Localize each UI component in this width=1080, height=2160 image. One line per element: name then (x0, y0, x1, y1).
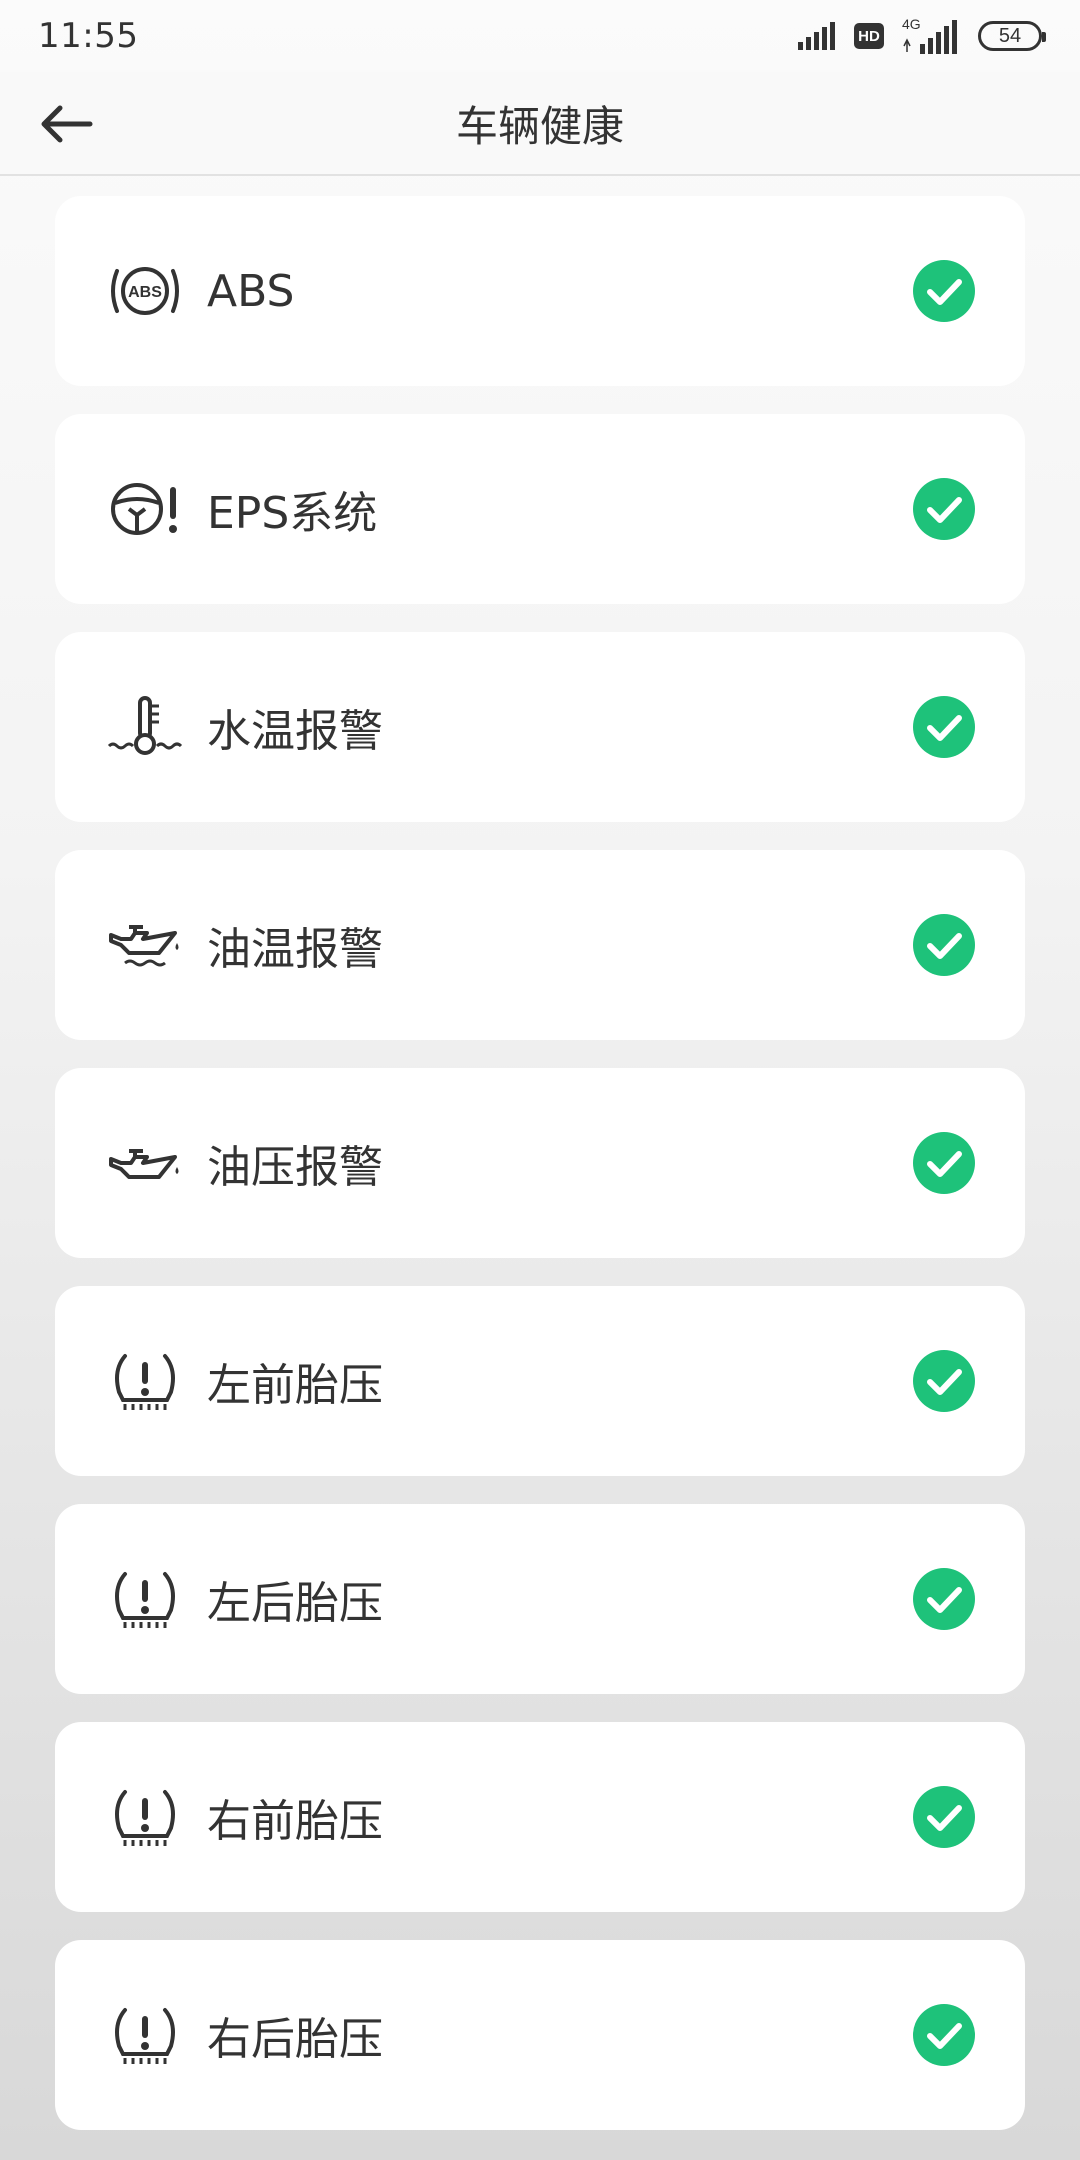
oil-temperature-icon (107, 907, 183, 983)
oil-pressure-icon (107, 1125, 183, 1201)
list-item-left-front-tire[interactable]: 左前胎压 (55, 1286, 1025, 1476)
arrow-left-icon (41, 105, 93, 143)
item-label: 水温报警 (207, 706, 383, 757)
status-bar: 11:55 HD 4G 54 (0, 0, 1080, 72)
check-circle-icon (913, 1568, 975, 1630)
steering-warning-icon (107, 471, 183, 547)
item-label: 右后胎压 (207, 2014, 383, 2065)
item-label: 右前胎压 (207, 1796, 383, 1847)
item-label: 油压报警 (207, 1142, 383, 1193)
check-circle-icon (913, 260, 975, 322)
cell-signal-icon (798, 22, 835, 50)
check-circle-icon (913, 478, 975, 540)
app-header: 车辆健康 (0, 72, 1080, 176)
item-label: 油温报警 (207, 924, 383, 975)
check-circle-icon (913, 1350, 975, 1412)
item-label: EPS系统 (207, 488, 378, 539)
check-circle-icon (913, 2004, 975, 2066)
list-item-coolant-temperature[interactable]: 水温报警 (55, 632, 1025, 822)
back-button[interactable] (26, 88, 106, 160)
check-circle-icon (913, 1786, 975, 1848)
list-item-abs[interactable]: ABS ABS (55, 196, 1025, 386)
tire-pressure-icon (107, 1561, 183, 1637)
cell-signal-icon (903, 20, 957, 54)
list-item-oil-temperature[interactable]: 油温报警 (55, 850, 1025, 1040)
abs-icon: ABS (107, 253, 183, 329)
status-icons: HD 4G 54 (796, 16, 1046, 56)
list-item-eps[interactable]: EPS系统 (55, 414, 1025, 604)
item-label: ABS (207, 265, 295, 317)
page-title: 车辆健康 (455, 101, 624, 151)
list-item-right-front-tire[interactable]: 右前胎压 (55, 1722, 1025, 1912)
check-circle-icon (913, 696, 975, 758)
svg-text:ABS: ABS (128, 284, 162, 301)
check-circle-icon (913, 914, 975, 976)
status-time: 11:55 (38, 16, 139, 56)
item-label: 左前胎压 (207, 1360, 383, 1411)
tire-pressure-icon (107, 1997, 183, 2073)
coolant-temperature-icon (107, 689, 183, 765)
battery-indicator: 54 (978, 21, 1046, 51)
list-item-left-rear-tire[interactable]: 左后胎压 (55, 1504, 1025, 1694)
item-label: 左后胎压 (207, 1578, 383, 1629)
tire-pressure-icon (107, 1343, 183, 1419)
list-item-oil-pressure[interactable]: 油压报警 (55, 1068, 1025, 1258)
network-4g-signal: 4G (902, 16, 960, 56)
tire-pressure-icon (107, 1779, 183, 1855)
health-check-list: ABS ABS EPS系统 水温报警 油温报警 油压报警 左前胎压 左后胎压 右… (55, 196, 1025, 2158)
hd-badge: HD (854, 23, 884, 49)
list-item-right-rear-tire[interactable]: 右后胎压 (55, 1940, 1025, 2130)
check-circle-icon (913, 1132, 975, 1194)
